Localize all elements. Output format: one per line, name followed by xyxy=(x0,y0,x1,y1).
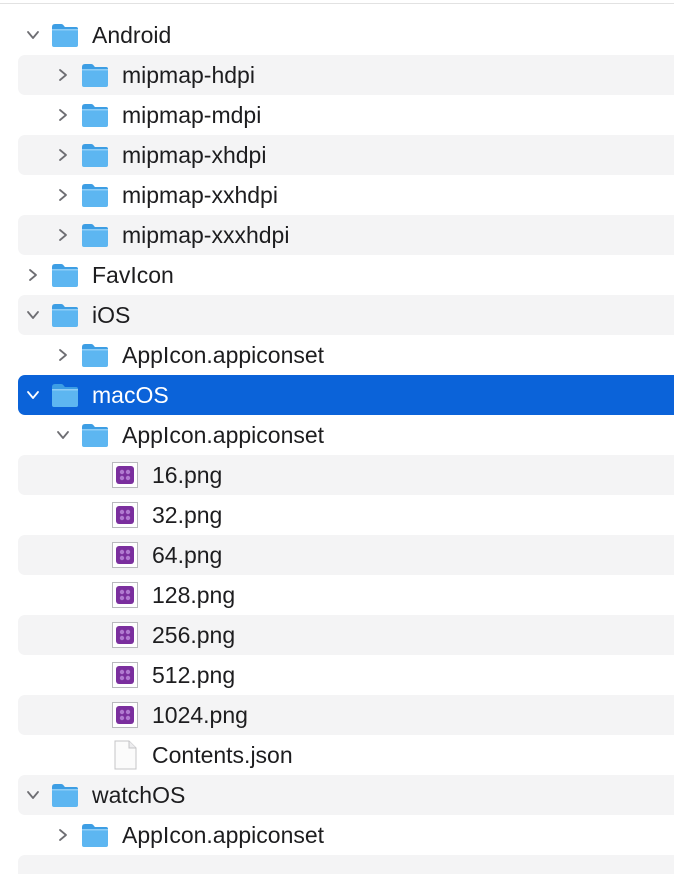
tree-row-256-png[interactable]: 256.png xyxy=(18,615,674,655)
tree-item-label: 512.png xyxy=(152,662,236,688)
chevron-right-icon[interactable] xyxy=(56,108,70,122)
folder-icon xyxy=(80,422,110,448)
chevron-down-icon[interactable] xyxy=(26,308,40,322)
chevron-right-icon[interactable] xyxy=(56,828,70,842)
tree-item-label: Contents.json xyxy=(152,742,293,768)
chevron-right-icon[interactable] xyxy=(56,188,70,202)
tree-row-32-png[interactable]: 32.png xyxy=(18,495,674,535)
folder-icon xyxy=(80,822,110,848)
empty-alternate-row xyxy=(18,855,674,874)
png-image-icon xyxy=(110,620,140,650)
tree-row-64-png[interactable]: 64.png xyxy=(18,535,674,575)
tree-item-label: mipmap-xhdpi xyxy=(122,142,267,168)
tree-row-mipmap-hdpi[interactable]: mipmap-hdpi xyxy=(18,55,674,95)
tree-row-appicon-appiconset[interactable]: AppIcon.appiconset xyxy=(18,415,674,455)
tree-row-watchos[interactable]: watchOS xyxy=(18,775,674,815)
tree-item-label: 128.png xyxy=(152,582,236,608)
tree-item-label: 64.png xyxy=(152,542,223,568)
tree-item-label: mipmap-mdpi xyxy=(122,102,262,128)
tree-item-label: 256.png xyxy=(152,622,236,648)
tree-item-label: 32.png xyxy=(152,502,223,528)
chevron-down-icon[interactable] xyxy=(26,788,40,802)
chevron-down-icon[interactable] xyxy=(56,428,70,442)
tree-item-label: 1024.png xyxy=(152,702,248,728)
folder-icon xyxy=(50,262,80,288)
tree-item-label: mipmap-hdpi xyxy=(122,62,255,88)
tree-row-favicon[interactable]: FavIcon xyxy=(18,255,674,295)
tree-row-16-png[interactable]: 16.png xyxy=(18,455,674,495)
folder-icon xyxy=(50,382,80,408)
tree-item-label: FavIcon xyxy=(92,262,174,288)
chevron-right-icon[interactable] xyxy=(56,68,70,82)
png-image-icon xyxy=(110,500,140,530)
folder-icon xyxy=(80,62,110,88)
chevron-down-icon[interactable] xyxy=(26,28,40,42)
json-document-icon xyxy=(110,739,140,771)
tree-row-1024-png[interactable]: 1024.png xyxy=(18,695,674,735)
tree-item-label: macOS xyxy=(92,382,169,408)
folder-icon xyxy=(80,222,110,248)
tree-row-mipmap-xxhdpi[interactable]: mipmap-xxhdpi xyxy=(18,175,674,215)
folder-icon xyxy=(50,782,80,808)
tree-item-label: 16.png xyxy=(152,462,223,488)
top-divider xyxy=(0,3,674,4)
tree-item-label: mipmap-xxhdpi xyxy=(122,182,278,208)
png-image-icon xyxy=(110,460,140,490)
tree-row-android[interactable]: Android xyxy=(18,15,674,55)
tree-item-label: AppIcon.appiconset xyxy=(122,422,325,448)
folder-icon xyxy=(80,182,110,208)
tree-item-label: AppIcon.appiconset xyxy=(122,822,325,848)
png-image-icon xyxy=(110,580,140,610)
tree-item-label: Android xyxy=(92,22,172,48)
png-image-icon xyxy=(110,540,140,570)
chevron-right-icon[interactable] xyxy=(56,148,70,162)
folder-icon xyxy=(80,102,110,128)
tree-row-appicon-appiconset[interactable]: AppIcon.appiconset xyxy=(18,815,674,855)
tree-item-label: AppIcon.appiconset xyxy=(122,342,325,368)
chevron-down-icon[interactable] xyxy=(26,388,40,402)
png-image-icon xyxy=(110,660,140,690)
chevron-right-icon[interactable] xyxy=(26,268,40,282)
tree-row-mipmap-xxxhdpi[interactable]: mipmap-xxxhdpi xyxy=(18,215,674,255)
tree-row-appicon-appiconset[interactable]: AppIcon.appiconset xyxy=(18,335,674,375)
chevron-right-icon[interactable] xyxy=(56,228,70,242)
tree-row-ios[interactable]: iOS xyxy=(18,295,674,335)
folder-icon xyxy=(80,142,110,168)
folder-icon xyxy=(50,302,80,328)
folder-icon xyxy=(50,22,80,48)
tree-item-label: iOS xyxy=(92,302,131,328)
png-image-icon xyxy=(110,700,140,730)
tree-row-mipmap-xhdpi[interactable]: mipmap-xhdpi xyxy=(18,135,674,175)
tree-row-mipmap-mdpi[interactable]: mipmap-mdpi xyxy=(18,95,674,135)
tree-row-contents-json[interactable]: Contents.json xyxy=(18,735,674,775)
chevron-right-icon[interactable] xyxy=(56,348,70,362)
tree-row-512-png[interactable]: 512.png xyxy=(18,655,674,695)
folder-icon xyxy=(80,342,110,368)
file-tree: Android mipmap-hdpi mipmap-mdpi mipmap-xhdp… xyxy=(18,15,674,855)
tree-item-label: mipmap-xxxhdpi xyxy=(122,222,290,248)
tree-row-macos[interactable]: macOS xyxy=(18,375,674,415)
tree-row-128-png[interactable]: 128.png xyxy=(18,575,674,615)
tree-item-label: watchOS xyxy=(92,782,186,808)
